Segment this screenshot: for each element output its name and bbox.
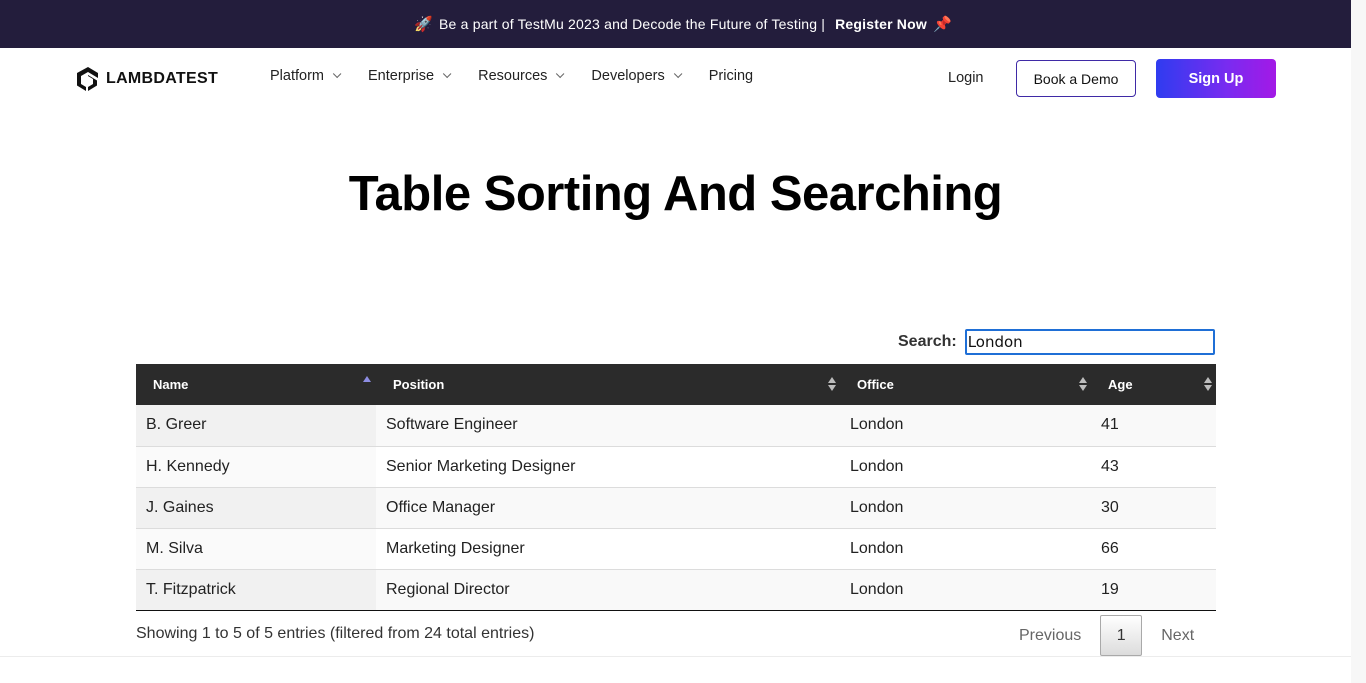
column-header-label: Office <box>857 377 894 392</box>
cell-position: Senior Marketing Designer <box>376 446 840 488</box>
pin-icon: 📌 <box>932 16 952 33</box>
table-info: Showing 1 to 5 of 5 entries (filtered fr… <box>136 625 535 642</box>
cell-age: 30 <box>1091 487 1216 529</box>
sort-icon <box>1079 376 1087 394</box>
cell-office: London <box>840 569 1091 611</box>
cell-office: London <box>840 487 1091 529</box>
promo-banner: 🚀 Be a part of TestMu 2023 and Decode th… <box>0 0 1366 48</box>
sign-up-button[interactable]: Sign Up <box>1156 59 1276 98</box>
column-header-name[interactable]: Name <box>136 364 376 405</box>
cell-office: London <box>840 528 1091 570</box>
nav-item-label: Platform <box>270 68 324 84</box>
table-row: T. Fitzpatrick Regional Director London … <box>136 569 1216 611</box>
cell-position: Regional Director <box>376 569 840 611</box>
column-header-label: Position <box>393 377 445 392</box>
column-header-office[interactable]: Office <box>840 364 1091 405</box>
table-row: B. Greer Software Engineer London 41 <box>136 405 1216 447</box>
table-row: H. Kennedy Senior Marketing Designer Lon… <box>136 446 1216 488</box>
cell-position: Office Manager <box>376 487 840 529</box>
table-search: Search: <box>898 329 1215 355</box>
cell-name: B. Greer <box>136 405 376 447</box>
nav-item-developers[interactable]: Developers <box>591 68 683 84</box>
cell-position: Software Engineer <box>376 405 840 447</box>
page-title: Table Sorting And Searching <box>348 167 1003 221</box>
previous-page-button[interactable]: Previous <box>1004 627 1100 645</box>
search-input[interactable] <box>964 329 1215 355</box>
cell-age: 41 <box>1091 405 1216 447</box>
search-label: Search: <box>898 333 957 350</box>
cell-name: J. Gaines <box>136 487 376 529</box>
chevron-down-icon <box>332 69 342 79</box>
column-header-position[interactable]: Position <box>376 364 840 405</box>
rocket-icon: 🚀 <box>414 16 434 33</box>
nav-item-label: Resources <box>478 68 548 84</box>
table-row: J. Gaines Office Manager London 30 <box>136 487 1216 529</box>
column-header-label: Name <box>153 377 189 392</box>
logo-text: LAMBDATEST <box>106 70 219 87</box>
nav-item-platform[interactable]: Platform <box>270 68 342 84</box>
cell-office: London <box>840 405 1091 447</box>
sort-ascending-icon <box>363 375 371 393</box>
nav-item-enterprise[interactable]: Enterprise <box>368 68 452 84</box>
lambdatest-logo-icon <box>77 67 98 91</box>
chevron-down-icon <box>673 69 683 79</box>
cell-position: Marketing Designer <box>376 528 840 570</box>
table-header-row: Name Position Office Age <box>136 364 1216 405</box>
column-header-label: Age <box>1108 377 1133 392</box>
book-demo-button[interactable]: Book a Demo <box>1016 60 1136 97</box>
main-navigation: LAMBDATEST Platform Enterprise Resources… <box>0 48 1366 110</box>
sort-icon <box>828 376 836 394</box>
nav-item-resources[interactable]: Resources <box>478 68 565 84</box>
page-scrollbar[interactable] <box>1351 0 1366 683</box>
register-now-link[interactable]: Register Now <box>835 16 927 32</box>
lambdatest-logo[interactable]: LAMBDATEST <box>76 66 218 92</box>
pagination: Previous 1 Next <box>1004 615 1212 656</box>
cell-office: London <box>840 446 1091 488</box>
nav-item-label: Pricing <box>708 68 754 84</box>
divider <box>0 656 1351 657</box>
nav-menu: Platform Enterprise Resources Developers… <box>270 68 783 84</box>
cell-name: H. Kennedy <box>136 446 376 488</box>
nav-item-label: Enterprise <box>368 68 435 84</box>
chevron-down-icon <box>442 69 452 79</box>
table-row: M. Silva Marketing Designer London 66 <box>136 528 1216 570</box>
next-page-button[interactable]: Next <box>1142 627 1212 645</box>
column-header-age[interactable]: Age <box>1091 364 1216 405</box>
banner-separator: | <box>821 16 826 32</box>
nav-item-label: Developers <box>591 68 665 84</box>
cell-name: T. Fitzpatrick <box>136 569 376 611</box>
data-table: Name Position Office Age B. Greer Softwa… <box>136 364 1216 611</box>
cell-age: 43 <box>1091 446 1216 488</box>
nav-item-pricing[interactable]: Pricing <box>709 68 753 84</box>
cell-age: 66 <box>1091 528 1216 570</box>
page-1-button[interactable]: 1 <box>1100 615 1143 656</box>
banner-text: Be a part of TestMu 2023 and Decode the … <box>439 16 818 32</box>
cell-name: M. Silva <box>136 528 376 570</box>
chevron-down-icon <box>556 69 565 79</box>
cell-age: 19 <box>1091 569 1216 611</box>
sort-icon <box>1204 376 1212 394</box>
login-link[interactable]: Login <box>948 70 983 86</box>
